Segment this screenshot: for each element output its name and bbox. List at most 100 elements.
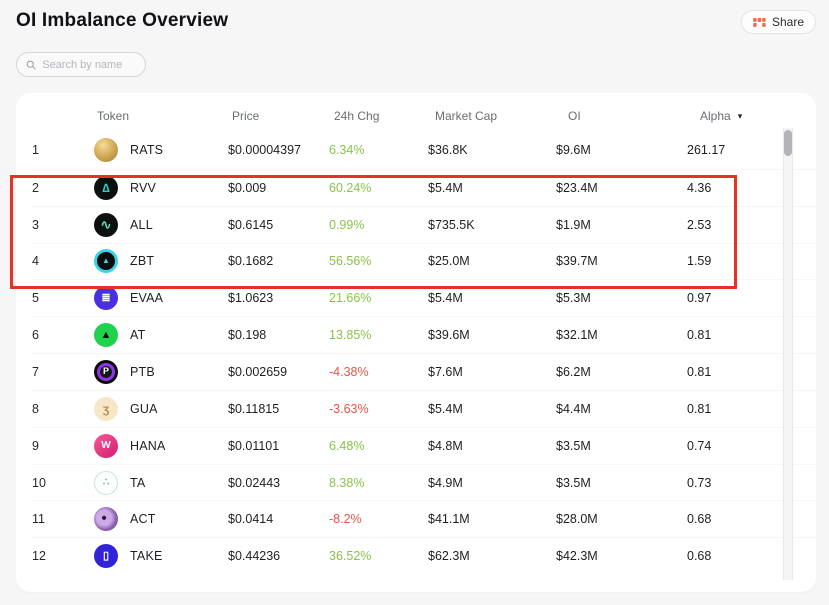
- token-price: $0.0414: [228, 512, 274, 527]
- token-cell: ▯ TAKE: [94, 544, 228, 569]
- gua-icon: ʒ: [94, 396, 118, 421]
- token-market-cap: $62.3M: [428, 549, 470, 564]
- table-row[interactable]: 7 P PTB $0.002659 -4.38% $7.6M $6.2M 0.8…: [32, 353, 816, 390]
- column-header-alpha-label: Alpha: [700, 109, 731, 123]
- token-cell: ▲ ZBT: [94, 249, 228, 274]
- token-oi: $23.4M: [556, 180, 598, 195]
- token-price: $0.1682: [228, 254, 274, 269]
- row-rank: 5: [32, 291, 39, 306]
- zbt-icon: ▲: [94, 249, 118, 274]
- token-price: $0.01101: [228, 438, 280, 453]
- token-24h-change: 6.34%: [329, 143, 365, 158]
- token-alpha: 2.53: [687, 217, 712, 232]
- table-row[interactable]: 3 ∿ ALL $0.6145 0.99% $735.5K $1.9M 2.53: [32, 205, 816, 243]
- table-row[interactable]: 9 W HANA $0.01101 6.48% $4.8M $3.5M 0.74: [32, 426, 816, 464]
- token-oi: $3.5M: [556, 438, 591, 453]
- token-price: $0.6145: [228, 217, 274, 232]
- token-oi: $28.0M: [556, 512, 598, 527]
- token-cell: ∴ TA: [94, 470, 228, 495]
- search-input[interactable]: [42, 58, 136, 71]
- token-market-cap: $39.6M: [428, 328, 470, 343]
- at-icon: ▲: [94, 323, 118, 348]
- token-oi: $4.4M: [556, 401, 591, 416]
- token-symbol: GUA: [130, 401, 158, 416]
- token-24h-change: -4.38%: [329, 364, 369, 379]
- token-alpha: 4.36: [687, 180, 712, 195]
- scrollbar-thumb[interactable]: [784, 130, 792, 156]
- token-cell: ∆ RVV: [94, 175, 228, 200]
- rats-coin-icon: [94, 138, 118, 163]
- token-alpha: 0.81: [687, 364, 712, 379]
- token-price: $0.44236: [228, 549, 281, 564]
- row-rank: 6: [32, 328, 39, 343]
- table-row[interactable]: 5 ≣ EVAA $1.0623 21.66% $5.4M $5.3M 0.97: [32, 279, 816, 316]
- ta-icon: ∴: [94, 470, 118, 495]
- scrollbar-track[interactable]: [783, 128, 793, 580]
- token-alpha: 0.81: [687, 328, 712, 343]
- token-price: $0.002659: [228, 364, 288, 379]
- token-price: $0.198: [228, 328, 267, 343]
- caret-down-icon: ▾: [737, 110, 743, 121]
- token-market-cap: $735.5K: [428, 217, 475, 232]
- token-cell: RATS: [94, 138, 228, 163]
- table-row[interactable]: 4 ▲ ZBT $0.1682 56.56% $25.0M $39.7M 1.5…: [32, 242, 816, 280]
- token-cell: P PTB: [94, 359, 228, 384]
- table-row[interactable]: 11 ACT $0.0414 -8.2% $41.1M $28.0M 0.68: [32, 500, 816, 537]
- token-symbol: RVV: [130, 180, 157, 195]
- table-row[interactable]: 10 ∴ TA $0.02443 8.38% $4.9M $3.5M 0.73: [32, 463, 816, 501]
- table-row[interactable]: 8 ʒ GUA $0.11815 -3.63% $5.4M $4.4M 0.81: [32, 389, 816, 427]
- token-24h-change: 36.52%: [329, 549, 372, 564]
- column-header-24h-chg[interactable]: 24h Chg: [329, 109, 428, 123]
- token-market-cap: $41.1M: [428, 512, 470, 527]
- ptb-icon: P: [94, 359, 118, 384]
- column-header-price[interactable]: Price: [228, 109, 329, 123]
- take-icon: ▯: [94, 544, 118, 569]
- table-card: Token Price 24h Chg Market Cap OI Alpha …: [16, 93, 816, 592]
- token-oi: $5.3M: [556, 291, 591, 306]
- table-row[interactable]: 1 RATS $0.00004397 6.34% $36.8K $9.6M 26…: [32, 132, 816, 169]
- token-alpha: 0.74: [687, 438, 712, 453]
- column-header-token[interactable]: Token: [94, 109, 228, 123]
- token-symbol: TA: [130, 475, 146, 490]
- act-avatar: [94, 507, 118, 532]
- token-market-cap: $25.0M: [428, 254, 470, 269]
- token-price: $0.11815: [228, 401, 280, 416]
- token-market-cap: $36.8K: [428, 143, 468, 158]
- column-header-market-cap[interactable]: Market Cap: [428, 109, 556, 123]
- column-header-oi[interactable]: OI: [556, 109, 687, 123]
- token-cell: ≣ EVAA: [94, 286, 228, 311]
- row-rank: 4: [32, 254, 39, 269]
- token-oi: $3.5M: [556, 475, 591, 490]
- token-24h-change: 13.85%: [329, 328, 372, 343]
- token-cell: ACT: [94, 507, 228, 532]
- share-button[interactable]: Share: [740, 10, 816, 34]
- table-row[interactable]: 12 ▯ TAKE $0.44236 36.52% $62.3M $42.3M …: [32, 537, 816, 574]
- token-alpha: 0.97: [687, 291, 712, 306]
- token-symbol: RATS: [130, 143, 164, 158]
- page-title: OI Imbalance Overview: [16, 10, 229, 31]
- token-price: $0.00004397: [228, 143, 301, 158]
- row-rank: 2: [32, 180, 39, 195]
- token-24h-change: -8.2%: [329, 512, 362, 527]
- token-market-cap: $5.4M: [428, 401, 463, 416]
- token-oi: $9.6M: [556, 143, 591, 158]
- row-rank: 11: [32, 512, 45, 527]
- token-24h-change: 0.99%: [329, 217, 365, 232]
- table-row[interactable]: 6 ▲ AT $0.198 13.85% $39.6M $32.1M 0.81: [32, 316, 816, 353]
- column-header-alpha[interactable]: Alpha ▾: [687, 109, 816, 123]
- token-symbol: ALL: [130, 217, 153, 232]
- token-24h-change: 8.38%: [329, 475, 365, 490]
- token-oi: $42.3M: [556, 549, 598, 564]
- token-oi: $1.9M: [556, 217, 591, 232]
- token-price: $1.0623: [228, 291, 274, 306]
- token-24h-change: 60.24%: [329, 180, 372, 195]
- token-oi: $32.1M: [556, 328, 598, 343]
- token-market-cap: $5.4M: [428, 291, 463, 306]
- token-cell: ▲ AT: [94, 323, 228, 348]
- topbar: OI Imbalance Overview Share: [16, 8, 816, 34]
- table-row[interactable]: 2 ∆ RVV $0.009 60.24% $5.4M $23.4M 4.36: [32, 168, 816, 206]
- token-24h-change: 6.48%: [329, 438, 365, 453]
- share-button-label: Share: [771, 15, 804, 29]
- token-price: $0.009: [228, 180, 267, 195]
- token-market-cap: $5.4M: [428, 180, 463, 195]
